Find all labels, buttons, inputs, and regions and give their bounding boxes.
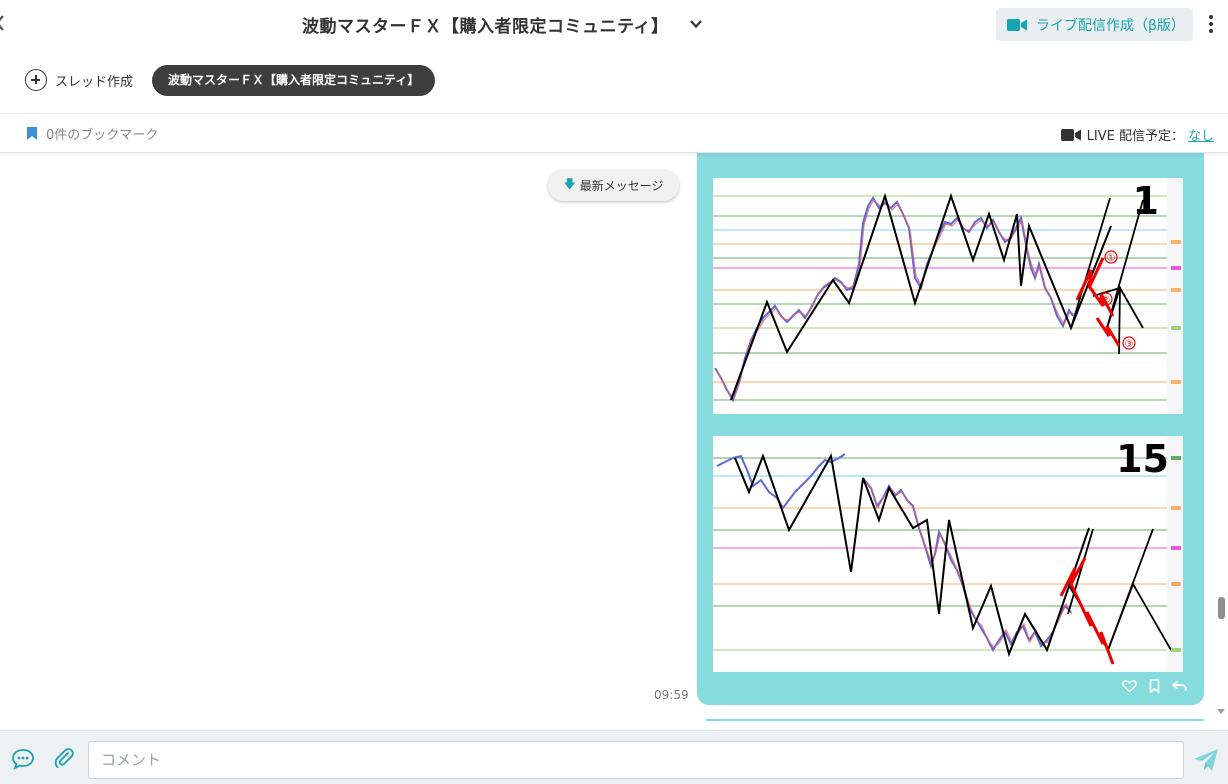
plus-circle-icon <box>25 69 47 91</box>
message-bubble: ① ② ③ 1 15 <box>697 153 1204 705</box>
live-schedule-link[interactable]: なし <box>1188 125 1214 144</box>
message-actions <box>1122 679 1187 693</box>
comment-input[interactable] <box>88 741 1184 779</box>
create-thread-button[interactable]: スレッド作成 <box>25 69 133 91</box>
next-message-edge <box>706 719 1204 721</box>
latest-messages-label: 最新メッセージ <box>579 179 664 193</box>
chart-image-2[interactable]: 15 <box>713 436 1183 672</box>
message-time: 09:59 <box>654 688 689 702</box>
arrow-down-icon: 🡇 <box>563 177 576 191</box>
chart1-timeframe-label: 1 <box>1133 179 1159 223</box>
composer <box>0 730 1228 784</box>
video-camera-icon <box>1007 18 1027 31</box>
chart2-timeframe-label: 15 <box>1116 437 1169 481</box>
live-schedule-label: LIVE 配信予定： <box>1086 129 1184 144</box>
chart-image-1[interactable]: ① ② ③ 1 <box>713 178 1183 414</box>
wave-mark-2: ② <box>1102 295 1111 306</box>
kebab-menu-icon[interactable] <box>1206 13 1216 35</box>
latest-messages-button[interactable]: 🡇 最新メッセージ <box>548 170 679 201</box>
create-live-button[interactable]: ライブ配信作成（β版） <box>996 8 1193 41</box>
chat-bubble-icon[interactable] <box>11 748 35 770</box>
bookmark-outline-icon[interactable] <box>1147 679 1162 693</box>
channel-title-area[interactable]: 波動マスターＦＸ【購入者限定コミュニティ】 <box>302 10 704 38</box>
thread-tabs: スレッド作成 波動マスターＦＸ【購入者限定コミュニティ】 <box>0 48 1228 114</box>
bookmarks-label: 0件のブックマーク <box>46 128 159 143</box>
scrollbar-thumb[interactable] <box>1218 597 1225 619</box>
wave-mark-1: ① <box>1107 253 1116 264</box>
channel-title: 波動マスターＦＸ【購入者限定コミュニティ】 <box>302 16 669 37</box>
header: 波動マスターＦＸ【購入者限定コミュニティ】 ライブ配信作成（β版） <box>0 0 1228 48</box>
chevron-down-icon[interactable] <box>688 16 704 32</box>
create-live-label: ライブ配信作成（β版） <box>1036 17 1185 34</box>
heart-icon[interactable] <box>1122 679 1137 693</box>
paperclip-icon[interactable] <box>53 747 75 769</box>
live-schedule: LIVE 配信予定： なし <box>1060 125 1214 144</box>
chat-area[interactable]: 🡇 最新メッセージ ① ② ③ 1 15 09:59 <box>0 153 1214 730</box>
reply-icon[interactable] <box>1172 679 1187 693</box>
send-icon[interactable] <box>1193 748 1219 772</box>
subbar: 0件のブックマーク LIVE 配信予定： なし <box>0 115 1228 153</box>
create-thread-label: スレッド作成 <box>55 74 134 90</box>
scroll-down-arrow-icon[interactable] <box>1217 709 1225 714</box>
bookmark-icon <box>27 127 37 140</box>
video-camera-icon <box>1060 128 1081 141</box>
chat-scrollbar[interactable] <box>1214 153 1228 730</box>
tab-community[interactable]: 波動マスターＦＸ【購入者限定コミュニティ】 <box>152 65 436 96</box>
back-chevron-icon[interactable] <box>0 14 10 34</box>
bookmarks-link[interactable]: 0件のブックマーク <box>27 124 158 143</box>
wave-mark-3: ③ <box>1125 339 1134 350</box>
